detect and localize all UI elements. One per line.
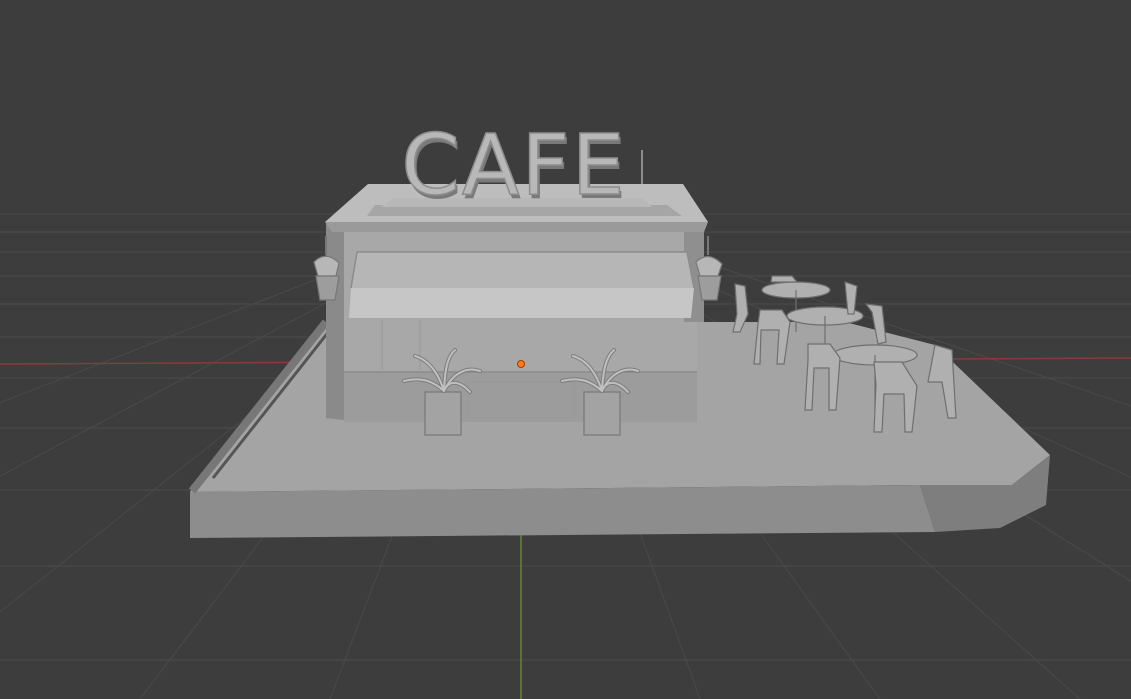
cafe-sign[interactable]: CAFE CAFE [400, 115, 643, 218]
cafe-building[interactable] [325, 184, 708, 422]
sign-text: CAFE [401, 116, 627, 214]
awning[interactable] [351, 252, 694, 288]
3d-viewport[interactable]: CAFE CAFE [0, 0, 1131, 699]
viewport-scene[interactable]: CAFE CAFE [0, 0, 1131, 699]
object-origin [517, 360, 525, 368]
